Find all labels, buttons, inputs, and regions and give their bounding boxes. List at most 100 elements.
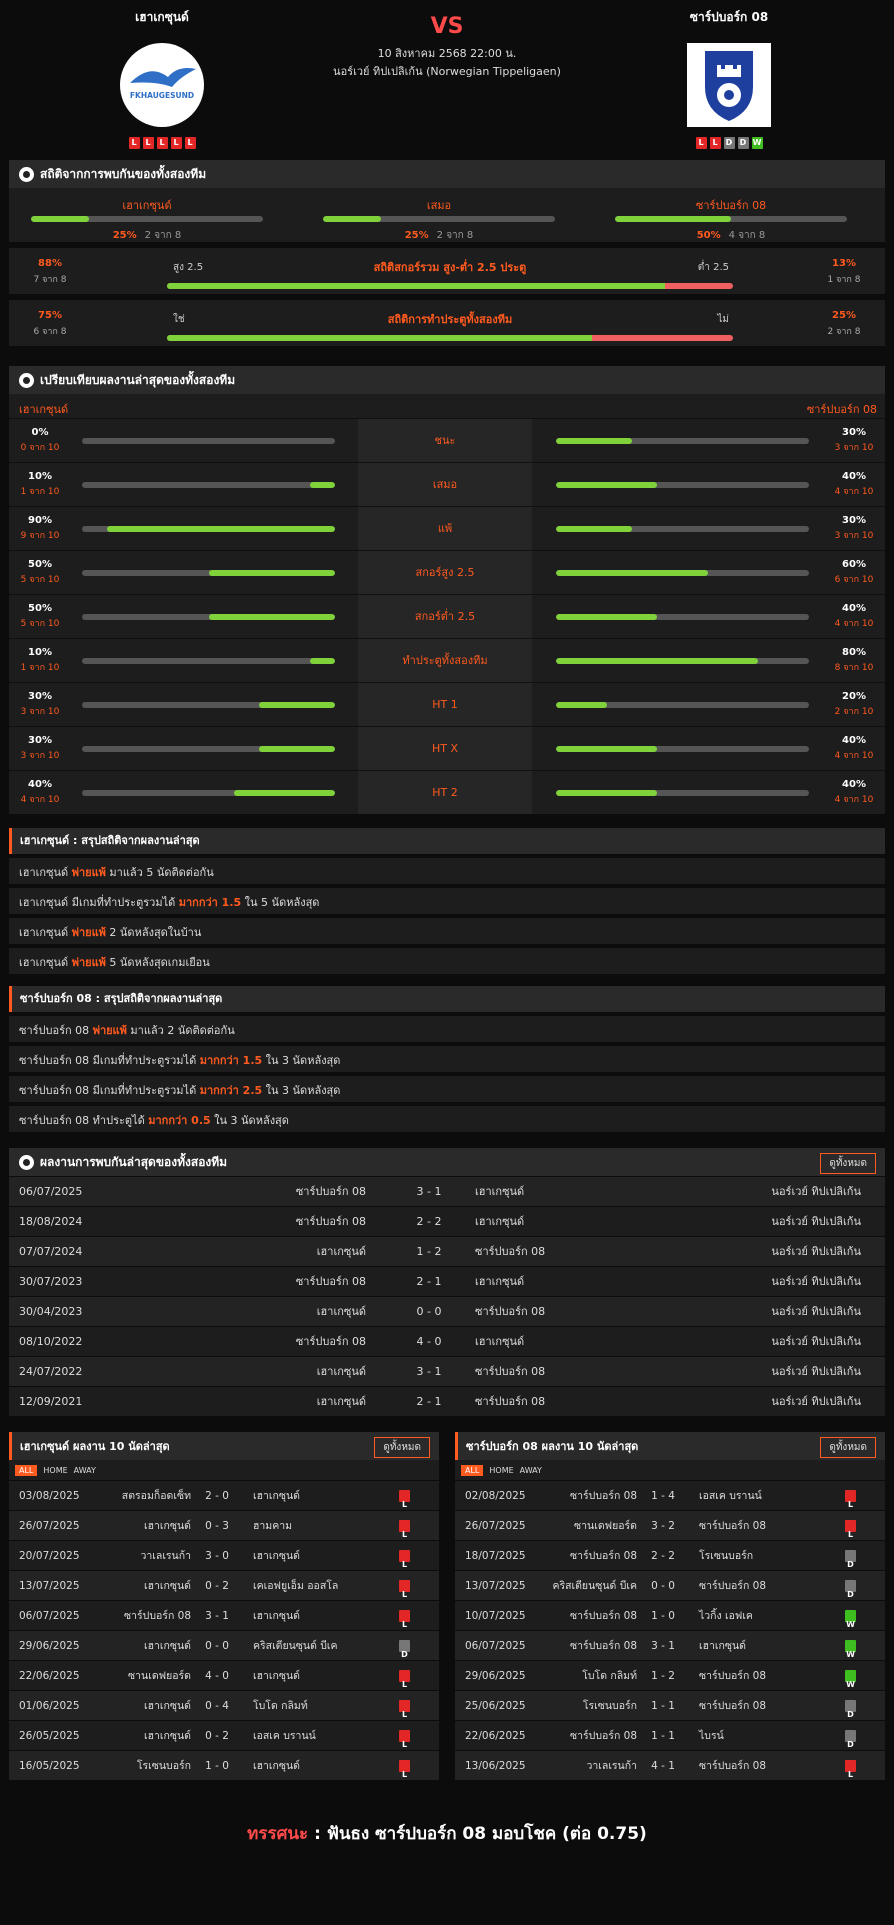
last10-date: 26/07/2025 [465, 1520, 526, 1532]
filter-all[interactable]: ALL [461, 1464, 484, 1476]
h2h-result-row[interactable]: 18/08/2024 ซาร์ปบอร์ก 08 2 - 2 เฮาเกซุนด์ นอ… [9, 1206, 885, 1236]
result-competition: นอร์เวย์ ทิปเปลิเก้น [771, 1395, 861, 1408]
last10-row[interactable]: 02/08/2025 ซาร์ปบอร์ก 08 1 - 4 เอสเค บรานน์… [455, 1480, 885, 1510]
compare-home-bar [82, 746, 335, 752]
last10-home-team: โบโด กลิมท์ [582, 1670, 637, 1682]
h2h-col-pct-line: 25% 2 จาก 8 [31, 228, 263, 243]
soccer-ball-icon [19, 166, 34, 182]
summary-text: 5 นัดหลังสุดเกมเยือน [105, 956, 210, 969]
summary-highlight: มากกว่า 0.5 [148, 1114, 211, 1127]
compare-home-bar-fill [309, 482, 335, 488]
h2h-result-row[interactable]: 12/09/2021 เฮาเกซุนด์ 2 - 1 ซาร์ปบอร์ก 08 นอ… [9, 1386, 885, 1416]
last10-away-team: ไวกิ้ง เอฟเค [699, 1610, 753, 1622]
last10-row[interactable]: 13/06/2025 วาเลเรนก้า 4 - 1 ซาร์ปบอร์ก 08 L [455, 1750, 885, 1780]
compare-home-pct: 50% [28, 603, 52, 614]
last10-row[interactable]: 26/07/2025 เฮาเกซุนด์ 0 - 3 ฮามคาม L [9, 1510, 439, 1540]
h2h-result-row[interactable]: 06/07/2025 ซาร์ปบอร์ก 08 3 - 1 เฮาเกซุนด์ นอ… [9, 1176, 885, 1206]
compare-home-bar-wrap [82, 438, 335, 444]
last10-row[interactable]: 13/07/2025 คริสเตียนซุนด์ บีเค 0 - 0 ซาร์ปบ… [455, 1570, 885, 1600]
last10-row[interactable]: 13/07/2025 เฮาเกซุนด์ 0 - 2 เคเอฟยูเอ็ม ออส… [9, 1570, 439, 1600]
result-away-team: ซาร์ปบอร์ก 08 [475, 1305, 546, 1318]
last10-home-team: สตรอมก็อดเซ็ท [121, 1490, 191, 1502]
last10-score: 1 - 1 [651, 1730, 675, 1742]
compare-away-pct: 40% [842, 779, 866, 790]
filter-home[interactable]: HOME [43, 1466, 67, 1475]
compare-home-bar [82, 790, 335, 796]
result-away-team: ซาร์ปบอร์ก 08 [475, 1245, 546, 1258]
last10-row[interactable]: 20/07/2025 วาเลเรนก้า 3 - 0 เฮาเกซุนด์ L [9, 1540, 439, 1570]
home-last10-view-all-button[interactable]: ดูทั้งหมด [374, 1437, 430, 1458]
last10-away-team: เฮาเกซุนด์ [253, 1550, 300, 1562]
compare-home-bar-fill [107, 526, 335, 532]
last10-row[interactable]: 18/07/2025 ซาร์ปบอร์ก 08 2 - 2 โรเซนบอร์ก D [455, 1540, 885, 1570]
home-last10-pane: เฮาเกซุนด์ ผลงาน 10 นัดล่าสุด ดูทั้งหมด … [9, 1432, 439, 1780]
compare-away-bar-fill [556, 790, 658, 796]
last10-date: 02/08/2025 [465, 1490, 526, 1502]
compare-row: 50% 5 จาก 10 สกอร์ต่ำ 2.5 40% 4 จาก 10 [9, 594, 885, 638]
last10-result-badge: L [399, 1730, 410, 1749]
btts-left-label: ใช่ [173, 314, 185, 325]
last10-row[interactable]: 29/06/2025 โบโด กลิมท์ 1 - 2 ซาร์ปบอร์ก 08 W [455, 1660, 885, 1690]
compare-home-bar [82, 482, 335, 488]
compare-row: 40% 4 จาก 10 HT 2 40% 4 จาก 10 [9, 770, 885, 814]
last10-home-team: คริสเตียนซุนด์ บีเค [552, 1580, 637, 1592]
compare-title: เปรียบเทียบผลงานล่าสุดของทั้งสองทีม [40, 372, 236, 387]
last10-date: 29/06/2025 [465, 1670, 526, 1682]
last10-row[interactable]: 01/06/2025 เฮาเกซุนด์ 0 - 4 โบโด กลิมท์ L [9, 1690, 439, 1720]
away-last10-view-all-button[interactable]: ดูทั้งหมด [820, 1437, 876, 1458]
last10-result-badge: D [845, 1580, 856, 1599]
last10-date: 10/07/2025 [465, 1610, 526, 1622]
away-last10-filters: ALL HOME AWAY [455, 1460, 885, 1480]
filter-all[interactable]: ALL [15, 1464, 38, 1476]
btts-left: 75% 6 จาก 8 [15, 310, 85, 338]
result-score: 2 - 1 [416, 1275, 442, 1288]
filter-away[interactable]: AWAY [74, 1466, 96, 1475]
compare-away-pct: 40% [842, 471, 866, 482]
away-last10-pane: ซาร์ปบอร์ก 08 ผลงาน 10 นัดล่าสุด ดูทั้งห… [455, 1432, 885, 1780]
compare-row: 10% 1 จาก 10 ทำประตูทั้งสองทีม 80% 8 จาก 10 [9, 638, 885, 682]
compare-row: 90% 9 จาก 10 แพ้ 30% 3 จาก 10 [9, 506, 885, 550]
result-date: 30/07/2023 [19, 1275, 83, 1288]
last10-row[interactable]: 03/08/2025 สตรอมก็อดเซ็ท 2 - 0 เฮาเกซุนด์ L [9, 1480, 439, 1510]
btts-right: 25% 2 จาก 8 [809, 310, 879, 338]
h2h-view-all-button[interactable]: ดูทั้งหมด [820, 1153, 876, 1174]
summary-highlight: พ่ายแพ้ [71, 866, 106, 879]
summary-text: ซาร์ปบอร์ก 08 [19, 1024, 93, 1037]
compare-away-sub: 3 จาก 10 [834, 531, 874, 541]
last10-row[interactable]: 16/05/2025 โรเซนบอร์ก 1 - 0 เฮาเกซุนด์ L [9, 1750, 439, 1780]
compare-away-value: 80% 8 จาก 10 [829, 647, 879, 674]
compare-metric-label: สกอร์ต่ำ 2.5 [358, 595, 532, 638]
h2h-result-row[interactable]: 24/07/2022 เฮาเกซุนด์ 3 - 1 ซาร์ปบอร์ก 08 นอ… [9, 1356, 885, 1386]
last10-home-team: ซาร์ปบอร์ก 08 [124, 1610, 191, 1622]
h2h-result-row[interactable]: 30/04/2023 เฮาเกซุนด์ 0 - 0 ซาร์ปบอร์ก 08 นอ… [9, 1296, 885, 1326]
h2h-result-row[interactable]: 07/07/2024 เฮาเกซุนด์ 1 - 2 ซาร์ปบอร์ก 08 นอ… [9, 1236, 885, 1266]
filter-away[interactable]: AWAY [520, 1466, 542, 1475]
compare-home-bar-fill [233, 790, 335, 796]
compare-away-bar-fill [556, 570, 708, 576]
h2h-result-row[interactable]: 08/10/2022 ซาร์ปบอร์ก 08 4 - 0 เฮาเกซุนด์ นอ… [9, 1326, 885, 1356]
last10-row[interactable]: 10/07/2025 ซาร์ปบอร์ก 08 1 - 0 ไวกิ้ง เอฟเค… [455, 1600, 885, 1630]
last10-away-team: ซาร์ปบอร์ก 08 [699, 1700, 766, 1712]
home-logo-text: FKHAUGESUND [129, 91, 195, 100]
last10-row[interactable]: 06/07/2025 ซาร์ปบอร์ก 08 3 - 1 เฮาเกซุนด์ L [9, 1600, 439, 1630]
last10-row[interactable]: 26/05/2025 เฮาเกซุนด์ 0 - 2 เอสเค บรานน์ L [9, 1720, 439, 1750]
compare-away-bar-wrap [556, 570, 809, 576]
last10-row[interactable]: 22/06/2025 ซานเดฟยอร์ด 4 - 0 เฮาเกซุนด์ L [9, 1660, 439, 1690]
h2h-result-row[interactable]: 30/07/2023 ซาร์ปบอร์ก 08 2 - 1 เฮาเกซุนด์ นอ… [9, 1266, 885, 1296]
last10-row[interactable]: 26/07/2025 ซานเดฟยอร์ด 3 - 2 ซาร์ปบอร์ก 08 L [455, 1510, 885, 1540]
last10-away-team: เฮาเกซุนด์ [253, 1670, 300, 1682]
compare-away-bar [556, 790, 809, 796]
h2h-stats-header: สถิติจากการพบกันของทั้งสองทีม [9, 160, 885, 188]
compare-away-bar-wrap [556, 614, 809, 620]
last10-row[interactable]: 25/06/2025 โรเซนบอร์ก 1 - 1 ซาร์ปบอร์ก 08 D [455, 1690, 885, 1720]
last10-result-badge: L [399, 1700, 410, 1719]
last10-home-team: เฮาเกซุนด์ [144, 1580, 191, 1592]
last10-score: 0 - 0 [205, 1640, 229, 1652]
last10-score: 0 - 2 [205, 1730, 229, 1742]
last10-row[interactable]: 06/07/2025 ซาร์ปบอร์ก 08 3 - 1 เฮาเกซุนด์ W [455, 1630, 885, 1660]
filter-home[interactable]: HOME [489, 1466, 513, 1475]
last10-row[interactable]: 22/06/2025 ซาร์ปบอร์ก 08 1 - 1 ไบรน์ D [455, 1720, 885, 1750]
result-home-team: ซาร์ปบอร์ก 08 [295, 1185, 366, 1198]
away-team[interactable]: ซาร์ปบอร์ก 08 LLDDW [629, 8, 829, 149]
last10-row[interactable]: 29/06/2025 เฮาเกซุนด์ 0 - 0 คริสเตียนซุนด์ … [9, 1630, 439, 1660]
